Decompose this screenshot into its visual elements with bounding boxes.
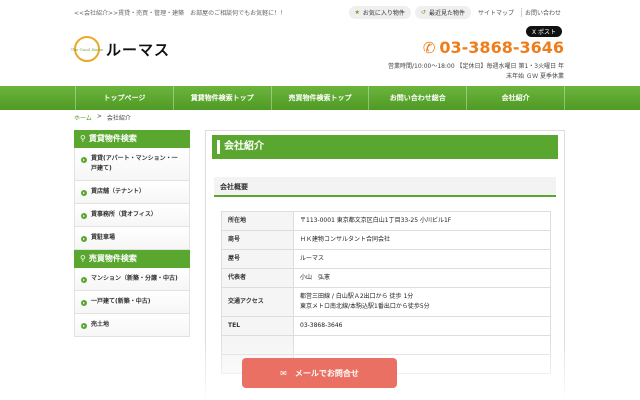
tagline: <<会社紹介>>賃貸・売買・管理・建築 お部屋のご相談何でもお気軽に！！: [74, 10, 287, 17]
table-row: 所在地 〒113-0001 東京都文京区白山1丁目33-25 小川ビル1F: [221, 211, 551, 231]
global-nav: トップページ 賃貸物件検索トップ 売買物件検索トップ お問い合わせ総合 会社紹介: [0, 86, 640, 110]
sidebar-item-rent-parking[interactable]: 賃駐車場: [74, 227, 190, 250]
logo-mark-icon: The Good Home: [71, 36, 103, 62]
x-post-button[interactable]: X ポスト: [526, 26, 563, 37]
history-icon: ↺: [420, 9, 426, 16]
business-hours: 営業時間/10:00～18:00 【定休日】毎週水曜日 第1・3火曜日 年 末年…: [388, 63, 564, 80]
nav-company[interactable]: 会社紹介: [466, 86, 565, 110]
nav-sale-search[interactable]: 売買物件検索トップ: [270, 86, 369, 110]
sidebar-item-rent-store[interactable]: 賃店舗（テナント）: [74, 181, 190, 204]
search-icon: ⚲: [80, 254, 86, 263]
favorites-button[interactable]: ★ お気に入り物件: [348, 6, 411, 19]
contact-link[interactable]: お問い合わせ: [520, 8, 564, 17]
search-icon: ⚲: [80, 134, 86, 143]
phone-block: ✆ 03-3868-3646: [423, 38, 564, 57]
table-row: 商号 ＨＫ建物コンサルタント合同会社: [221, 230, 551, 250]
top-links: ★ お気に入り物件 ↺ 最近見た物件 サイトマップ お問い合わせ: [348, 6, 564, 19]
sidebar-item-sale-house[interactable]: 一戸建て(新築・中古): [74, 291, 190, 314]
top-strip: <<会社紹介>>賃貸・売買・管理・建築 お部屋のご相談何でもお気軽に！！ ★ お気…: [0, 0, 640, 24]
table-row: 屋号 ルーマス: [221, 249, 551, 269]
site-logo[interactable]: The Good Home ルーマス: [71, 36, 171, 62]
sidebar-item-rent-office[interactable]: 賃事務所（貸オフィス）: [74, 204, 190, 227]
breadcrumb-sep: >: [96, 113, 102, 120]
sitemap-link[interactable]: サイトマップ: [475, 8, 517, 17]
section-title: 会社概要: [214, 177, 556, 197]
rent-search-heading: ⚲ 賃貸物件検索: [74, 130, 190, 148]
table-row: 代表者 小山 弘憲: [221, 268, 551, 288]
phone-number[interactable]: 03-3868-3646: [439, 38, 564, 57]
breadcrumb-current: 会社紹介: [106, 115, 131, 122]
table-row: TEL 03-3868-3646: [221, 316, 551, 336]
breadcrumb-home[interactable]: ホーム: [74, 113, 92, 122]
phone-icon: ✆: [422, 38, 436, 57]
mail-contact-button[interactable]: ✉ メールでお問合せ: [242, 358, 397, 388]
nav-contact[interactable]: お問い合わせ総合: [368, 86, 466, 110]
sale-search-heading: ⚲ 売買物件検索: [74, 250, 190, 268]
table-row: 交通アクセス 都営三田線 / 白山駅Ａ2出口から 徒歩 1分 東京メトロ南北線/本駒…: [221, 287, 551, 317]
star-icon: ★: [354, 9, 360, 16]
breadcrumb: ホーム > 会社紹介: [74, 113, 131, 122]
sidebar-item-sale-land[interactable]: 売土地: [74, 314, 190, 337]
mail-icon: ✉: [280, 368, 287, 378]
sidebar: ⚲ 賃貸物件検索 賃貸(アパート・マンション・一戸建て) 賃店舗（テナント） 賃事…: [74, 130, 190, 337]
nav-rent-search[interactable]: 賃貸物件検索トップ: [172, 86, 271, 110]
recent-button[interactable]: ↺ 最近見た物件: [414, 6, 471, 19]
page-title: 会社紹介: [212, 135, 558, 159]
sidebar-item-rent-residence[interactable]: 賃貸(アパート・マンション・一戸建て): [74, 148, 190, 181]
nav-top[interactable]: トップページ: [75, 86, 173, 110]
sidebar-item-sale-mansion[interactable]: マンション（新築・分譲・中古): [74, 268, 190, 291]
logo-text: ルーマス: [106, 40, 171, 59]
